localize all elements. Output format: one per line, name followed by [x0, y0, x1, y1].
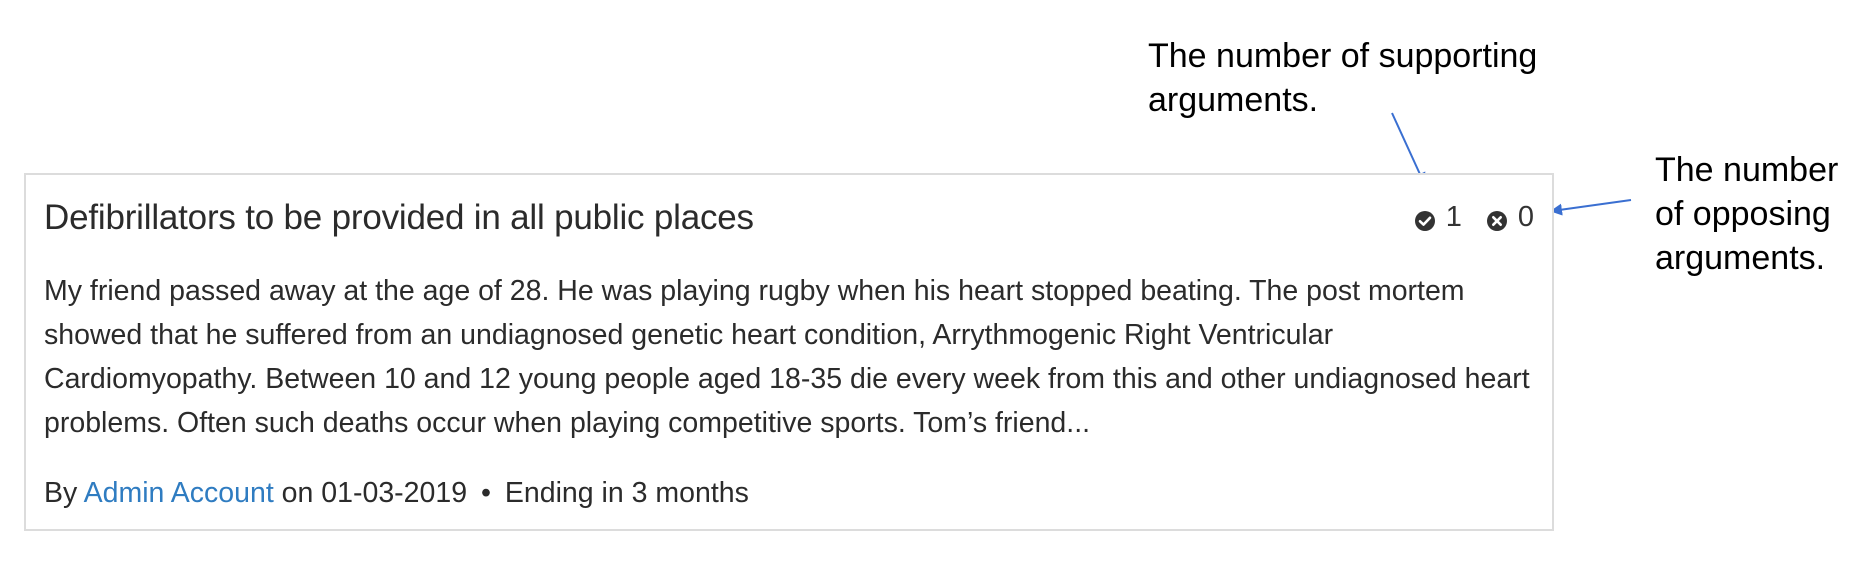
by-label: By [44, 477, 78, 509]
petition-summary: My friend passed away at the age of 28. … [44, 275, 1530, 439]
supporting-count: 1 [1445, 201, 1462, 233]
author-link[interactable]: Admin Account [84, 477, 274, 509]
check-circle-icon [1414, 207, 1436, 231]
x-circle-icon [1486, 207, 1508, 231]
ending-status: Ending in 3 months [504, 477, 749, 509]
opposing-annotation-line3: arguments. [1655, 239, 1826, 277]
supporting-count-group: 1 [1414, 201, 1462, 234]
supporting-annotation-line2: arguments. [1148, 81, 1319, 119]
opposing-count-group: 0 [1486, 201, 1534, 234]
opposing-arrow [1550, 199, 1632, 216]
supporting-annotation-line1: The number of supporting [1148, 37, 1538, 75]
opposing-arguments-annotation: The number of opposing arguments. [1655, 148, 1870, 280]
meta-separator: • [480, 477, 491, 509]
opposing-count: 0 [1517, 201, 1534, 233]
argument-counts: 1 0 [1414, 201, 1534, 234]
petition-title[interactable]: Defibrillators to be provided in all pub… [44, 197, 754, 239]
petition-meta: By Admin Account on 01-03-2019 • Ending … [44, 475, 749, 511]
petition-card[interactable]: Defibrillators to be provided in all pub… [24, 173, 1554, 531]
supporting-arguments-annotation: The number of supporting arguments. [1148, 34, 1608, 122]
opposing-annotation-line2: of opposing [1655, 195, 1831, 233]
petition-date: on 01-03-2019 [281, 477, 468, 509]
opposing-annotation-line1: The number [1655, 151, 1839, 189]
